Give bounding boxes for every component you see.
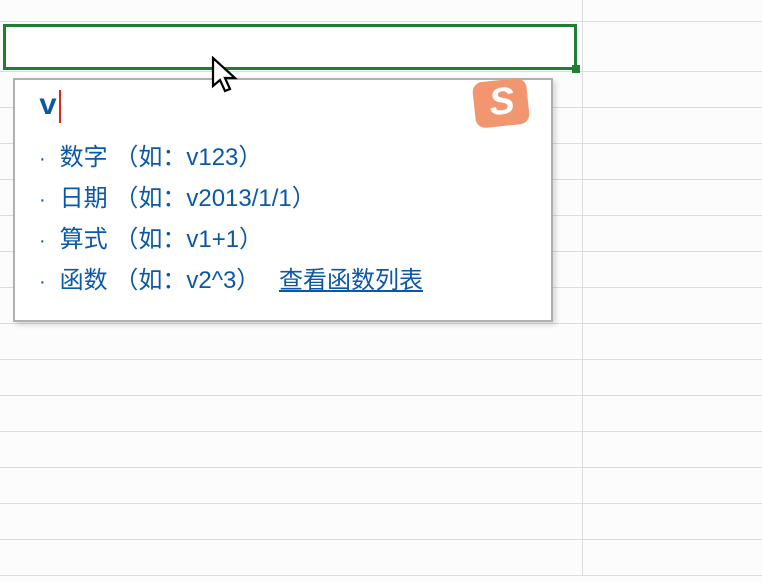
bullet-icon: ·: [39, 180, 46, 220]
ime-composition-text: v: [33, 90, 57, 124]
bullet-icon: ·: [39, 221, 46, 261]
view-function-list-link[interactable]: 查看函数列表: [279, 267, 423, 294]
cell[interactable]: [583, 108, 762, 144]
cell[interactable]: [583, 432, 762, 468]
cell[interactable]: [583, 396, 762, 432]
hint-example: （如：v2013/1/1）: [114, 185, 315, 212]
cell[interactable]: [0, 540, 583, 576]
cell[interactable]: [583, 216, 762, 252]
hint-item-function: · 函数 （如：v2^3） 查看函数列表: [39, 261, 533, 302]
cell[interactable]: [583, 72, 762, 108]
bullet-icon: ·: [39, 262, 46, 302]
cell[interactable]: [583, 0, 762, 22]
cell[interactable]: [0, 432, 583, 468]
hint-example: （如：v2^3）: [114, 267, 260, 294]
cell[interactable]: [0, 0, 583, 22]
hint-example: （如：v123）: [114, 144, 262, 171]
hint-label: 日期: [60, 185, 108, 212]
cell[interactable]: [583, 324, 762, 360]
cell[interactable]: [0, 360, 583, 396]
cell[interactable]: [583, 144, 762, 180]
cell[interactable]: [0, 396, 583, 432]
hint-item-formula: · 算式 （如：v1+1）: [39, 220, 533, 261]
cell[interactable]: [0, 468, 583, 504]
cell[interactable]: [583, 180, 762, 216]
bullet-icon: ·: [39, 139, 46, 179]
sogou-ime-logo-icon: S: [471, 74, 533, 132]
hint-example: （如：v1+1）: [114, 226, 263, 253]
ime-suggestion-tooltip: S v · 数字 （如：v123） · 日期 （如：v2013/1/1） · 算…: [13, 78, 553, 322]
cell[interactable]: [583, 288, 762, 324]
cell[interactable]: [583, 252, 762, 288]
hint-label: 数字: [60, 144, 108, 171]
hint-label: 函数: [60, 267, 108, 294]
cell[interactable]: [0, 504, 583, 540]
cell[interactable]: [583, 540, 762, 576]
ime-hint-list: · 数字 （如：v123） · 日期 （如：v2013/1/1） · 算式 （如…: [33, 138, 533, 302]
cell[interactable]: [583, 360, 762, 396]
hint-item-date: · 日期 （如：v2013/1/1）: [39, 179, 533, 220]
cell[interactable]: [0, 324, 583, 360]
typed-character: v: [39, 90, 57, 124]
hint-item-number: · 数字 （如：v123）: [39, 138, 533, 179]
hint-label: 算式: [60, 226, 108, 253]
active-merged-cell[interactable]: [3, 24, 577, 70]
text-caret-icon: [59, 90, 61, 123]
cell[interactable]: [583, 468, 762, 504]
svg-text:S: S: [487, 80, 517, 124]
cell[interactable]: [583, 504, 762, 540]
cell[interactable]: [583, 22, 762, 72]
